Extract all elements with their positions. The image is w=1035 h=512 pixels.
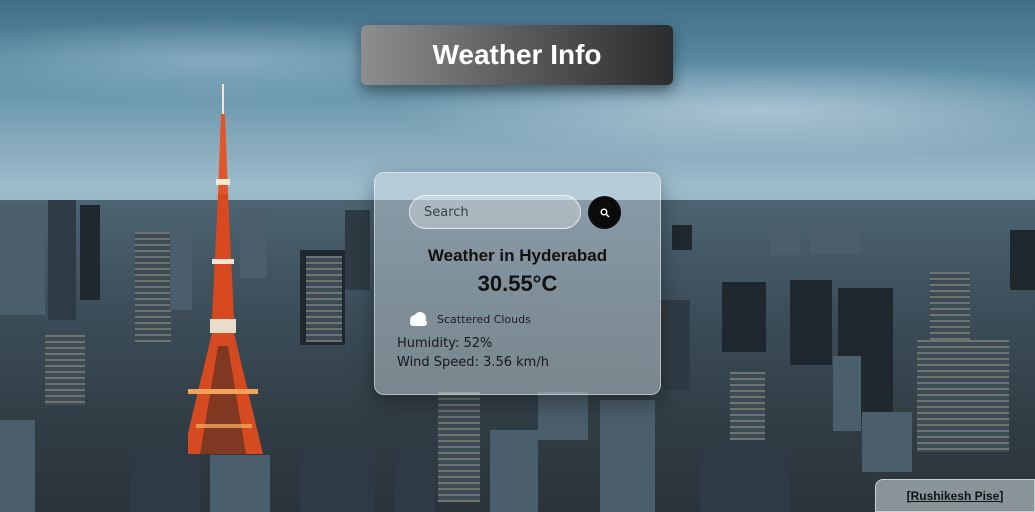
building [345,210,370,290]
building [45,335,85,405]
weather-description: Scattered Clouds [407,309,531,329]
search-input[interactable] [410,196,580,228]
wind-speed-text: Wind Speed: 3.56 km/h [397,355,549,370]
building [135,232,171,342]
building [48,200,76,320]
building [700,440,790,512]
tokyo-tower [188,84,263,454]
temperature: 30.55°C [477,271,558,296]
weather-card: Weather in Hyderabad 30.55°C Scattered C… [374,172,661,395]
description-text: Scattered Clouds [437,312,531,326]
cloud-icon [410,312,427,326]
search-icon [600,208,609,217]
building [930,272,970,342]
building [438,392,480,502]
building [790,280,832,365]
author-link[interactable]: [Rushikesh Pise] [907,489,1004,503]
humidity-text: Humidity: 52% [397,336,493,351]
building [490,430,538,512]
building [300,450,375,512]
title-banner: Weather Info [361,25,673,85]
building [306,256,342,342]
building [917,340,1009,452]
building [722,282,766,352]
search-field[interactable] [409,195,581,229]
building [833,356,861,431]
building [538,392,588,440]
building [810,222,860,254]
building [862,412,912,472]
search-button[interactable] [588,196,621,229]
building [600,400,655,512]
credit-box: [Rushikesh Pise] [875,479,1035,512]
building [672,225,692,250]
page-title: Weather Info [432,39,602,70]
city-heading: Weather in Hyderabad [427,246,608,265]
building [660,300,690,390]
building [770,220,800,255]
building [1010,230,1035,290]
building [395,440,435,512]
building [80,205,100,300]
building [0,205,45,315]
building [0,420,35,512]
